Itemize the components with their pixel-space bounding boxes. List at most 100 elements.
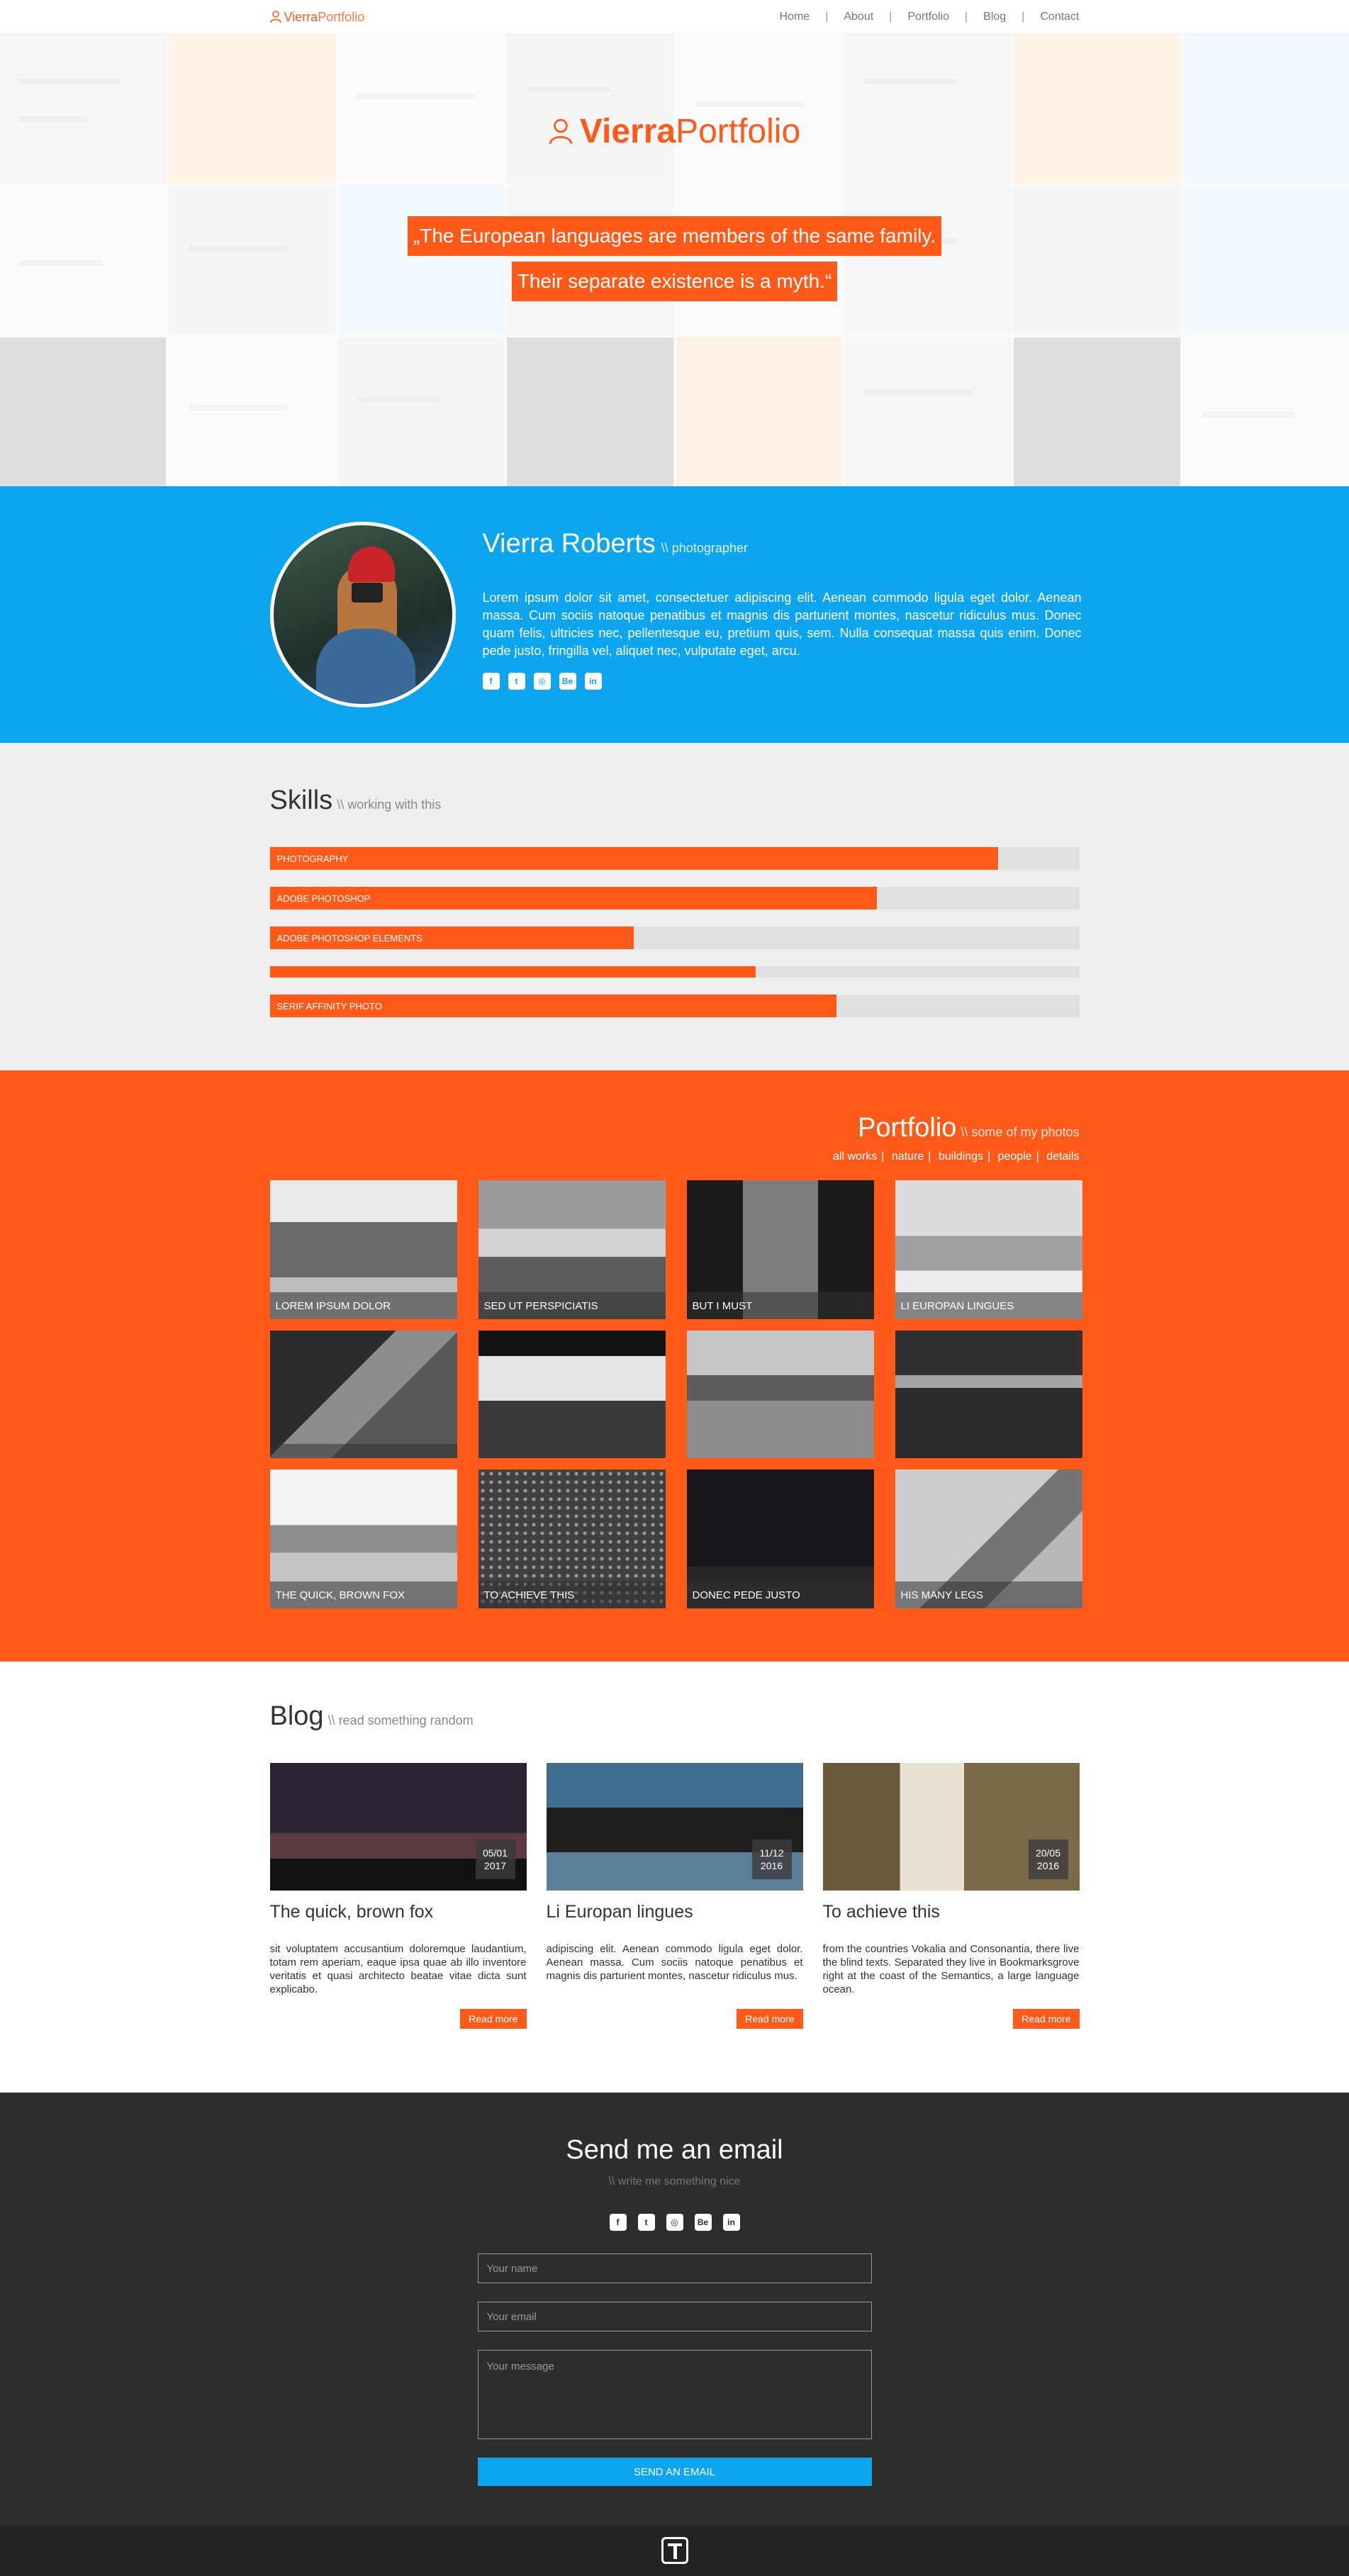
portfolio-caption: LOREM IPSUM DOLOR	[269, 1292, 457, 1319]
blog-post-date: 20/05 2016	[1028, 1839, 1068, 1879]
portfolio-item[interactable]: LI EUROPAN LINGUES	[895, 1180, 1082, 1319]
blog-post-excerpt: from the countries Vokalia and Consonant…	[822, 1943, 1080, 1995]
user-icon	[549, 118, 572, 144]
blog-post-title[interactable]: The quick, brown fox	[270, 1902, 527, 1922]
portfolio-caption: DONEC PEDE JUSTO	[686, 1581, 874, 1608]
hero-quote: „The European languages are members of t…	[0, 216, 1349, 301]
skill-bar: ADOBE PHOTOSHOP ELEMENTS	[269, 926, 1080, 949]
blog-post-image[interactable]: 05/01 2017	[269, 1763, 527, 1891]
blog-subtitle: \\ read something random	[328, 1713, 474, 1727]
instagram-icon[interactable]: ◎	[666, 2214, 683, 2231]
portfolio-filters: all works | nature | buildings | people | de…	[833, 1150, 1080, 1163]
contact-social-links: f t ◎ Be in	[270, 2214, 1080, 2231]
read-more-button[interactable]: Read more	[737, 2009, 803, 2029]
behance-icon[interactable]: Be	[559, 673, 576, 690]
blog-post-title[interactable]: To achieve this	[823, 1902, 1080, 1922]
read-more-button[interactable]: Read more	[460, 2009, 527, 2029]
portfolio-caption: THE QUICK, BROWN FOX	[269, 1581, 457, 1608]
portfolio-item[interactable]: THE QUICK, BROWN FOX	[269, 1469, 457, 1608]
email-field[interactable]: Your email	[477, 2302, 872, 2331]
blog-post-image[interactable]: 11/12 2016	[546, 1763, 803, 1891]
blog-post-date: 11/12 2016	[751, 1839, 792, 1879]
instagram-icon[interactable]: ◎	[533, 673, 551, 690]
skills-heading: Skills \\ working with this	[270, 785, 1080, 816]
date-day: 11/12	[759, 1847, 784, 1859]
hero-quote-line-2: Their separate existence is a myth.“	[511, 262, 838, 301]
facebook-icon[interactable]: f	[609, 2214, 627, 2231]
filter-buildings[interactable]: buildings	[939, 1150, 983, 1163]
portfolio-caption: HIS MANY LEGS	[895, 1581, 1082, 1608]
about-section: Vierra Roberts \\ photographer Lorem ipsu…	[0, 486, 1349, 743]
nav-separator: |	[825, 11, 829, 23]
blog-post-excerpt: adipiscing elit. Aenean commodo ligula e…	[546, 1943, 803, 1982]
hero-quote-line-1: „The European languages are members of t…	[407, 216, 942, 256]
portfolio-section: Portfolio \\ some of my photos all works |…	[0, 1070, 1349, 1662]
filter-all-works[interactable]: all works	[833, 1150, 877, 1163]
about-role: \\ photographer	[661, 541, 748, 555]
portfolio-item[interactable]: LOREM IPSUM DOLOR	[269, 1180, 457, 1319]
blog-post-excerpt: sit voluptatem accusantium doloremque la…	[269, 1943, 527, 1995]
blog-post-image[interactable]: 20/05 2016	[822, 1763, 1080, 1891]
footer	[0, 2525, 1349, 2576]
behance-icon[interactable]: Be	[694, 2214, 712, 2231]
nav-link-home[interactable]: Home	[780, 11, 810, 23]
portfolio-subtitle: \\ some of my photos	[961, 1125, 1080, 1139]
portfolio-caption	[269, 1444, 457, 1458]
linkedin-icon[interactable]: in	[722, 2214, 740, 2231]
skill-fill: ADOBE PHOTOSHOP ELEMENTS	[269, 926, 634, 949]
hero-logo: VierraPortfolio	[549, 112, 800, 151]
filter-details[interactable]: details	[1046, 1150, 1079, 1163]
blog-post-date: 05/01 2017	[475, 1839, 515, 1879]
portfolio-item[interactable]	[686, 1331, 874, 1458]
portfolio-item[interactable]	[478, 1331, 666, 1458]
twitter-icon[interactable]: t	[508, 673, 525, 690]
portfolio-caption: LI EUROPAN LINGUES	[895, 1292, 1082, 1319]
about-description: Lorem ipsum dolor sit amet, consectetuer…	[482, 590, 1082, 658]
user-icon	[269, 11, 281, 23]
date-day: 05/01	[482, 1847, 508, 1859]
filter-nature[interactable]: nature	[892, 1150, 924, 1163]
portfolio-grid: LOREM IPSUM DOLOR SED UT PERSPICIATIS BU…	[269, 1180, 1082, 1608]
nav-link-contact[interactable]: Contact	[1040, 11, 1079, 23]
send-email-button[interactable]: SEND AN EMAIL	[477, 2458, 872, 2486]
portfolio-item[interactable]	[269, 1331, 457, 1458]
filter-people[interactable]: people	[998, 1150, 1032, 1163]
linkedin-icon[interactable]: in	[584, 673, 602, 690]
portfolio-caption: BUT I MUST	[686, 1292, 874, 1319]
facebook-icon[interactable]: f	[482, 673, 500, 690]
hero-section: VierraPortfolio „The European languages …	[0, 34, 1349, 486]
nav-link-about[interactable]: About	[844, 11, 873, 23]
skill-bar	[269, 966, 1080, 978]
portfolio-item[interactable]	[895, 1331, 1082, 1458]
nav-link-portfolio[interactable]: Portfolio	[907, 11, 949, 23]
blog-post: 20/05 2016 To achieve this from the count…	[822, 1763, 1080, 2029]
date-day: 20/05	[1035, 1847, 1061, 1859]
portfolio-item[interactable]: DONEC PEDE JUSTO	[686, 1469, 874, 1608]
portfolio-caption: TO ACHIEVE THIS	[478, 1581, 666, 1608]
nav-link-blog[interactable]: Blog	[983, 11, 1006, 23]
blog-posts: 05/01 2017 The quick, brown fox sit volup…	[269, 1763, 1080, 2029]
name-field[interactable]: Your name	[477, 2253, 872, 2283]
portfolio-caption: SED UT PERSPICIATIS	[478, 1292, 666, 1319]
skills-section: Skills \\ working with this PHOTOGRAPHY A…	[0, 743, 1349, 1070]
skills-subtitle: \\ working with this	[337, 797, 442, 812]
portfolio-item[interactable]: SED UT PERSPICIATIS	[478, 1180, 666, 1319]
message-field[interactable]: Your message	[477, 2350, 872, 2439]
date-year: 2016	[1036, 1860, 1060, 1871]
twitter-icon[interactable]: t	[637, 2214, 655, 2231]
skill-bar: PHOTOGRAPHY	[269, 847, 1080, 870]
portfolio-item[interactable]: BUT I MUST	[686, 1180, 874, 1319]
nav-logo[interactable]: VierraPortfolio	[269, 9, 364, 25]
nav-logo-a: Vierra	[284, 9, 318, 24]
skill-bar: SERIF AFFINITY PHOTO	[269, 995, 1080, 1017]
blog-post-title[interactable]: Li Europan lingues	[547, 1902, 803, 1922]
read-more-button[interactable]: Read more	[1013, 2009, 1080, 2029]
portfolio-item[interactable]: HIS MANY LEGS	[895, 1469, 1082, 1608]
skill-fill: PHOTOGRAPHY	[269, 847, 999, 870]
blog-section: Blog \\ read something random 05/01 2017 T…	[0, 1662, 1349, 2093]
contact-title: Send me an email	[566, 2135, 783, 2165]
portfolio-title: Portfolio	[858, 1113, 957, 1143]
portfolio-item[interactable]: TO ACHIEVE THIS	[478, 1469, 666, 1608]
portfolio-heading: Portfolio \\ some of my photos	[270, 1113, 1080, 1143]
skills-title: Skills	[269, 785, 333, 815]
